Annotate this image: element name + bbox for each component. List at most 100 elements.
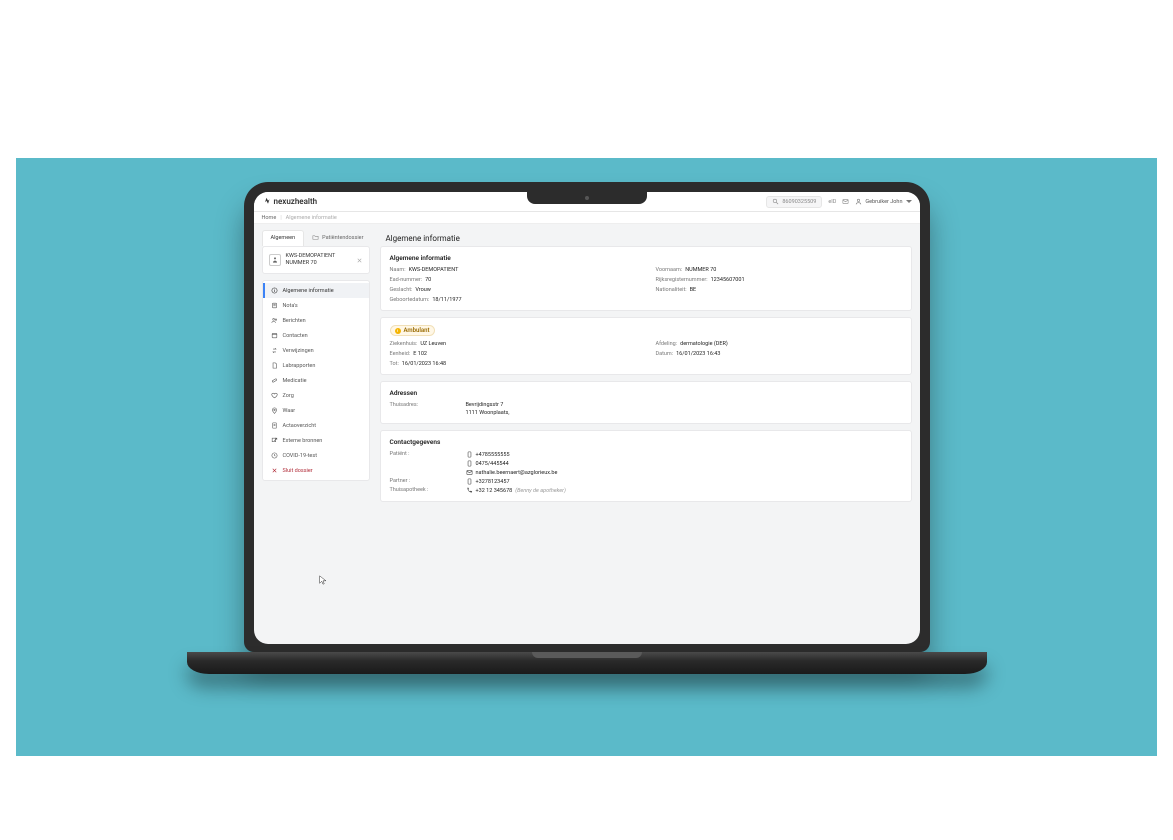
page-title: Algemene informatie [385,234,459,243]
breadcrumb-current: Algemene informatie [286,215,337,221]
info-icon [271,287,278,294]
val-adres-line1: Bevrijdingsstr 7 [466,402,510,408]
val-apotheek-note: (Benny de apotheker) [515,488,566,494]
user-label: Gebruiker John [865,199,902,205]
mobile-icon [466,460,473,467]
lbl-ead: Ead-nummer: [390,277,423,283]
sidebar-item-labrap[interactable]: Labrapporten [263,358,369,373]
lbl-nat: Nationaliteit: [656,287,687,293]
card-general-info: Algemene informatie Naam:KWS-DEMOPATIENT… [380,246,912,311]
lbl-rr: Rijksregisternummer: [656,277,708,283]
card-contact-title: Contactgegevens [390,438,902,446]
sidebar-item-label: Berichten [283,318,306,324]
sidebar-item-label: Contacten [283,333,308,339]
close-patient-icon[interactable] [356,257,363,264]
eid-link[interactable]: eID [828,199,836,205]
chevron-down-icon [906,200,912,203]
pin-icon [271,407,278,414]
sidebar-item-zorg[interactable]: Zorg [263,388,369,403]
val-naam: KWS-DEMOPATIENT [409,267,459,273]
sidebar-item-externe[interactable]: Externe bronnen [263,433,369,448]
laptop-base [187,652,987,674]
clock-icon [271,452,278,459]
tab-general[interactable]: Algemeen [262,230,305,246]
card-adressen-title: Adressen [390,389,902,397]
sidebar-item-medicatie[interactable]: Medicatie [263,373,369,388]
status-ambulant: ! Ambulant [390,325,435,336]
sidebar-item-waar[interactable]: Waar [263,403,369,418]
search-value: 86090325509 [782,199,816,205]
sidebar-item-label: Zorg [283,393,294,399]
lbl-geboortedatum: Geboortedatum: [390,297,430,303]
file-icon [271,422,278,429]
search-icon [772,198,779,205]
sidebar-item-label: Nota's [283,303,298,309]
patient-avatar-icon [269,254,281,266]
sidebar-item-close[interactable]: Sluit dossier [263,463,369,478]
val-adres-line2: 1111 Woonplaats, [466,410,510,416]
val-patient-phone1: +4785555555 [476,452,510,458]
lbl-partner-contact: Partner : [390,478,460,485]
patient-chip: KWS-DEMOPATIENT NUMMER 70 [262,246,370,274]
sidebar-item-notas[interactable]: Nota's [263,298,369,313]
doc-icon [271,362,278,369]
sidebar-item-label: Externe bronnen [283,438,323,444]
sidebar-item-berichten[interactable]: Berichten [263,313,369,328]
val-patient-phone2: 0475/445544 [476,461,509,467]
mail-icon [466,469,473,476]
mail-icon[interactable] [842,198,849,205]
sidebar-item-verwijz[interactable]: Verwijzingen [263,343,369,358]
val-tot: 16/01/2023 16:48 [402,361,446,367]
note-icon [271,302,278,309]
val-voornaam: NUMMER 70 [685,267,716,273]
breadcrumb-home[interactable]: Home [262,215,277,221]
breadcrumb: Home | Algemene informatie [254,212,920,224]
tab-dossier[interactable]: Patiëntendossier [304,230,371,246]
sidebar-item-covid[interactable]: COVID-19-test [263,448,369,463]
tab-general-label: Algemeen [271,235,296,241]
brand-logo[interactable]: nexuzhealth [262,197,318,206]
close-icon [271,467,278,474]
folder-icon [312,234,319,241]
brand-label: nexuzhealth [274,197,318,206]
sidebar-item-acta[interactable]: Actaoverzicht [263,418,369,433]
lbl-eenheid: Eenheid: [390,351,411,357]
tab-dossier-label: Patiëntendossier [322,235,363,241]
user-menu[interactable]: Gebruiker John [855,198,911,205]
lbl-datum: Datum: [656,351,674,357]
card-contact: Contactgegevens Patiënt : +4785555555 [380,430,912,502]
phone-icon [466,487,473,494]
lbl-afdeling: Afdeling: [656,341,678,347]
val-partner-phone: +3278123457 [476,479,510,485]
lbl-voornaam: Voornaam: [656,267,683,273]
val-nat: BE [690,287,697,293]
user-icon [855,198,862,205]
heart-icon [271,392,278,399]
lbl-tot: Tot: [390,361,399,367]
app-screen: nexuzhealth 86090325509 eID [254,192,920,644]
people-icon [271,317,278,324]
sidebar-item-label: Sluit dossier [283,468,313,474]
card-general-title: Algemene informatie [390,254,902,262]
val-patient-email: nathalie.beernaert@azglorieux.be [476,470,558,476]
sidebar-item-info[interactable]: Algemene informatie [263,283,369,298]
status-label: Ambulant [404,327,430,334]
side-nav: Algemene informatie Nota's Berichten Contac… [262,280,370,481]
pill-icon [271,377,278,384]
search-box[interactable]: 86090325509 [766,196,822,208]
sidebar-item-label: Verwijzingen [283,348,314,354]
warning-icon: ! [395,328,401,334]
calendar-icon [271,332,278,339]
patient-name-line2: NUMMER 70 [286,260,336,267]
val-apotheek-phone: +32 12 345678 [476,488,513,494]
card-adressen: Adressen Thuisadres: Bevrijdingsstr 7 11… [380,381,912,424]
sidebar-item-label: Waar [283,408,296,414]
val-ead: 70 [425,277,431,283]
lbl-ziekenhuis: Ziekenhuis: [390,341,418,347]
tab-bar: Algemeen Patiëntendossier Algemene infor… [254,224,920,246]
card-ambulant: ! Ambulant Ziekenhuis:UZ Leuven Afdeling… [380,317,912,375]
val-afdeling: dermatologie (DER) [680,341,728,347]
val-geslacht: Vrouw [415,287,431,293]
sidebar-item-contacten[interactable]: Contacten [263,328,369,343]
lbl-apotheek: Thuisapotheek : [390,487,460,494]
